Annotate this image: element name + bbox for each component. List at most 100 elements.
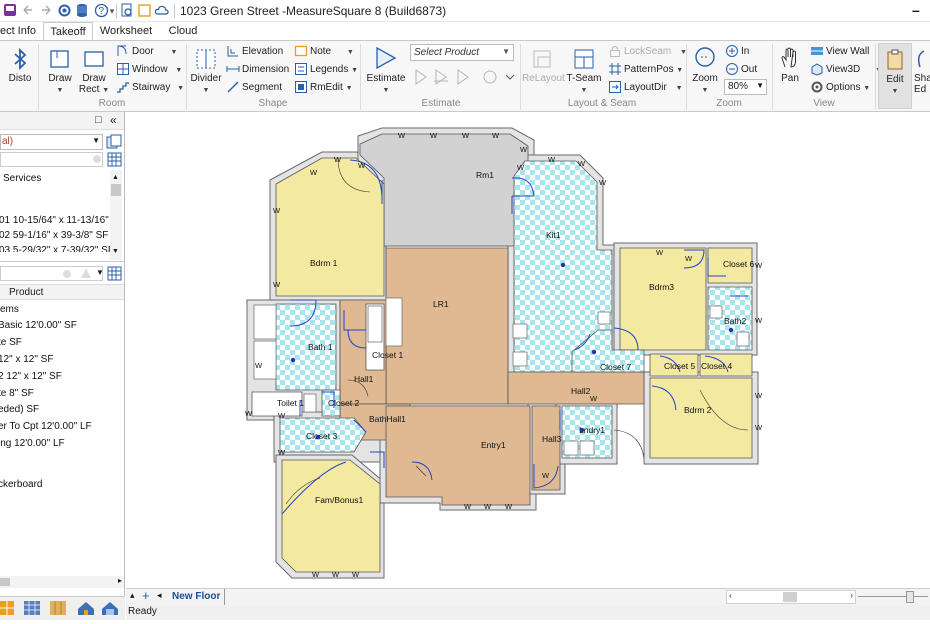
help-dropdown-icon[interactable]: ▾ xyxy=(108,3,116,19)
view3d-button[interactable]: View3D ▼ xyxy=(810,62,882,78)
tree-item-services[interactable]: Services xyxy=(3,172,41,186)
patternpos-dropdown-icon: ▼ xyxy=(676,67,684,74)
app-icon[interactable] xyxy=(2,3,18,19)
zoom-in-button[interactable]: In xyxy=(725,44,749,60)
wood-plank-icon[interactable] xyxy=(50,601,66,615)
warning-filter-icon[interactable] xyxy=(80,267,92,279)
tab-takeoff[interactable]: Takeoff xyxy=(43,22,93,41)
pan-button[interactable]: Pan xyxy=(774,45,806,84)
house-icon[interactable] xyxy=(78,602,94,615)
room-filter-dropdown[interactable]: al) ▼ xyxy=(0,134,103,150)
room-search-input[interactable] xyxy=(0,152,103,167)
room-rm1[interactable] xyxy=(359,133,529,247)
panel-collapse-icon[interactable]: « xyxy=(110,113,117,127)
scroll-left-icon[interactable]: ‹ xyxy=(729,591,732,600)
grid-view-icon[interactable] xyxy=(107,152,122,167)
share-edit-button[interactable]: Sha Ed xyxy=(914,47,930,95)
minimize-button[interactable]: – xyxy=(912,2,920,18)
door-button[interactable]: Door ▼ xyxy=(116,44,177,60)
tab-cloud[interactable]: Cloud xyxy=(163,22,203,40)
tseam-button[interactable]: T-Seam ▼ xyxy=(566,47,602,96)
settings-gear-icon[interactable] xyxy=(56,3,72,19)
clear-product-search-icon[interactable] xyxy=(62,269,72,279)
draw-rect-button[interactable]: Draw Rect ▼ xyxy=(78,47,110,96)
product-item[interactable]: Basic 12'0.00" SF xyxy=(0,319,77,333)
zoom-level-chevron-icon[interactable]: ▼ xyxy=(756,81,764,90)
scroll-right-icon[interactable]: › xyxy=(850,591,853,600)
help-icon[interactable]: ? xyxy=(93,3,109,19)
estimate-button[interactable]: Estimate ▼ xyxy=(364,45,408,96)
lockseam-button[interactable]: LockSeam ▼ xyxy=(608,44,687,60)
zoom-button[interactable]: Zoom ▼ xyxy=(688,45,722,96)
floor-nav-up-icon[interactable]: ▴ xyxy=(130,590,135,601)
draw-button[interactable]: Draw ▼ xyxy=(44,47,76,96)
redo-icon[interactable] xyxy=(38,3,54,19)
room-bdrm1[interactable] xyxy=(275,157,385,297)
stairway-button[interactable]: Stairway ▼ xyxy=(116,80,184,96)
segment-button[interactable]: Segment xyxy=(226,80,282,96)
tab-worksheet[interactable]: Worksheet xyxy=(97,22,155,40)
database-icon[interactable] xyxy=(74,3,90,19)
product-item[interactable]: te 8" SF xyxy=(0,387,34,401)
zoom-level-select[interactable]: 80% ▼ xyxy=(724,79,767,95)
floor-nav-left-icon[interactable]: ◂ xyxy=(157,590,162,601)
relayout-button[interactable]: ReLayout xyxy=(522,47,565,84)
edit-button[interactable]: Edit ▼ xyxy=(878,43,912,109)
elevation-button[interactable]: Elevation xyxy=(226,44,283,60)
tree-item-3[interactable]: 03 5-29/32" x 7-39/32" SF xyxy=(0,244,114,252)
layoutdir-button[interactable]: LayoutDir ▼ xyxy=(608,80,683,96)
room-entry1[interactable] xyxy=(385,405,531,506)
product-column-header[interactable]: Product xyxy=(9,287,43,298)
tab-project-info[interactable]: ect Info xyxy=(0,22,38,40)
room-lr1[interactable] xyxy=(385,247,509,405)
options-button[interactable]: Options ▼ xyxy=(810,80,870,96)
product-grid-view-icon[interactable] xyxy=(107,266,122,281)
room-fambonus1[interactable] xyxy=(281,459,381,573)
note-icon[interactable] xyxy=(136,3,152,19)
print-preview-icon[interactable] xyxy=(118,3,134,19)
tree-item-1[interactable]: 01 10-15/64" x 11-13/16" xyxy=(0,214,109,228)
product-item[interactable]: ems xyxy=(0,303,19,317)
zoom-slider-thumb[interactable] xyxy=(906,591,914,603)
product-item[interactable]: eded) SF xyxy=(0,403,39,417)
room-filter-chevron-icon[interactable]: ▼ xyxy=(92,136,100,145)
left-panel-hscrollbar[interactable]: ▸ xyxy=(0,576,124,588)
rmedit-button[interactable]: RmEdit ▼ xyxy=(294,80,353,96)
product-item[interactable]: 2 12" x 12" SF xyxy=(0,370,62,384)
select-product-chevron-icon[interactable]: ▼ xyxy=(502,47,510,56)
legends-button[interactable]: Legends ▼ xyxy=(294,62,358,78)
pattern-tile-icon[interactable] xyxy=(24,601,40,615)
room-list-icon[interactable] xyxy=(106,134,122,150)
cloud-icon[interactable] xyxy=(154,3,170,19)
layoutdir-icon xyxy=(609,81,621,94)
tree-item-2[interactable]: 02 59-1/16" x 39-3/8" SF xyxy=(0,229,108,243)
zoom-out-button[interactable]: Out xyxy=(725,62,757,78)
floor-tab-new-floor[interactable]: New Floor xyxy=(172,591,220,602)
room-label-hall3: Hall3 xyxy=(542,434,562,444)
floor-tile-icon[interactable] xyxy=(0,601,14,615)
scroll-thumb[interactable] xyxy=(783,592,797,602)
product-item[interactable]: ckerboard xyxy=(0,478,42,492)
undo-icon[interactable] xyxy=(20,3,36,19)
product-item[interactable]: ing 12'0.00" LF xyxy=(0,437,65,451)
zoom-slider-track[interactable] xyxy=(858,596,928,597)
view-wall-button[interactable]: View Wall xyxy=(810,44,869,60)
disto-button[interactable]: Disto xyxy=(4,47,36,84)
window-button[interactable]: Window ▼ xyxy=(116,62,182,78)
clear-search-icon[interactable] xyxy=(92,154,102,164)
house-tile-icon[interactable] xyxy=(102,602,118,615)
dimension-button[interactable]: Dimension xyxy=(226,62,289,78)
panel-restore-icon[interactable]: □ xyxy=(95,114,102,126)
product-item[interactable]: er To Cpt 12'0.00" LF xyxy=(0,420,92,434)
divider-button[interactable]: Divider ▼ xyxy=(189,47,223,96)
patternpos-button[interactable]: PatternPos ▼ xyxy=(608,62,683,78)
note-button[interactable]: Note ▼ xyxy=(294,44,354,60)
add-floor-button[interactable]: + xyxy=(142,588,150,603)
drawing-canvas[interactable]: Bdrm 1 Rm1 Kit1 Closet 6 Bdrm3 Bath2 LR1… xyxy=(126,112,930,588)
product-item[interactable]: te SF xyxy=(0,336,22,350)
product-filter-chevron-icon[interactable]: ▼ xyxy=(96,268,104,277)
select-product-combobox[interactable]: Select Product ▼ xyxy=(410,44,514,61)
tree-scrollbar[interactable]: ▲ ▼ xyxy=(110,170,122,260)
horizontal-scrollbar[interactable]: ‹ › xyxy=(726,590,856,604)
product-item[interactable]: 12" x 12" SF xyxy=(0,353,53,367)
